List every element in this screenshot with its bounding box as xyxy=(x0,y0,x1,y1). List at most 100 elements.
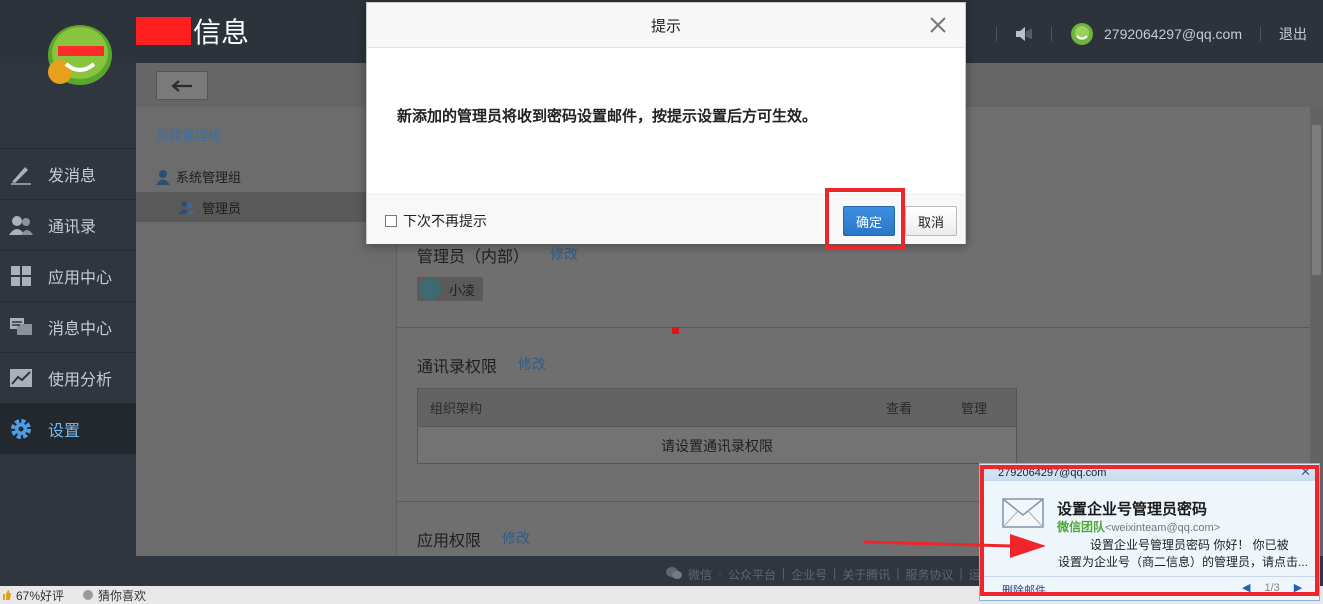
sidebar-item-app-center[interactable]: 应用中心 xyxy=(0,250,136,301)
account-menu[interactable]: 2792064297@qq.com xyxy=(1070,22,1242,46)
divider xyxy=(397,327,1310,328)
table-header: 组织架构 查看 管理 xyxy=(418,389,1016,427)
line-chart-icon xyxy=(8,367,34,389)
sidebar-item-label: 设置 xyxy=(48,423,81,440)
app-permission-title: 应用权限 xyxy=(417,533,482,550)
notification-titlebar: 2792064297@qq.com ✕ xyxy=(980,464,1319,481)
red-marker xyxy=(672,327,679,334)
account-email: 2792064297@qq.com xyxy=(1104,26,1242,42)
email-preview-line: 设置为企业号（商二信息）的管理员，请点击... xyxy=(1058,555,1309,569)
notification-account: 2792064297@qq.com xyxy=(998,466,1107,479)
tree-node-label: 管理员 xyxy=(202,200,242,216)
column-header-manage: 管理 xyxy=(961,401,988,416)
close-icon[interactable]: ✕ xyxy=(1300,465,1311,479)
annotation-highlight-box xyxy=(825,188,905,250)
email-sender: 微信团队<weixinteam@qq.com> xyxy=(1057,518,1220,535)
mail-icon xyxy=(1002,498,1044,528)
dialog-title: 提示 xyxy=(650,17,681,35)
avatar-icon xyxy=(1071,23,1094,45)
sidebar-item-contacts[interactable]: 通讯录 xyxy=(0,199,136,250)
brand-suffix: 信息 xyxy=(193,17,250,48)
footer-link[interactable]: 关于腾讯 xyxy=(842,566,890,583)
footer-link[interactable]: 企业号 xyxy=(791,566,827,583)
speaker-icon[interactable] xyxy=(1015,27,1033,41)
pencil-icon xyxy=(8,163,34,185)
gear-icon xyxy=(8,418,34,440)
sidebar-item-label: 通讯录 xyxy=(48,219,97,236)
circle-icon xyxy=(83,590,94,600)
member-chip: 小凌 xyxy=(417,277,484,301)
chevron-left-icon[interactable]: ◀ xyxy=(1242,581,1250,594)
admins-section-title: 管理员（内部） xyxy=(417,249,530,266)
footer-links: 微信 · 公众平台 | 企业号 | 关于腾讯 | 服务协议 | 运营规 xyxy=(666,566,1005,583)
notification-pager: ◀ 1/3 ▶ xyxy=(1242,581,1302,595)
email-preview-line: 设置企业号管理员密码 你好！ 你已被 xyxy=(1090,538,1289,552)
column-header-view: 查看 xyxy=(886,401,913,416)
app-logo xyxy=(48,25,112,85)
cancel-button[interactable]: 取消 xyxy=(905,206,957,236)
admin-group-pane: 新建管理组 系统管理组 管理员 xyxy=(136,107,396,556)
divider xyxy=(1051,27,1053,41)
apps-grid-icon xyxy=(8,265,34,287)
thumb-up-icon xyxy=(3,590,11,600)
sidebar-item-settings[interactable]: 设置 xyxy=(0,403,136,454)
new-admin-group-link[interactable]: 新建管理组 xyxy=(156,125,221,144)
footer-separator: | xyxy=(896,566,900,580)
sidebar-item-label: 应用中心 xyxy=(48,270,113,287)
divider xyxy=(996,27,998,41)
tree-node-administrator[interactable]: 管理员 xyxy=(136,192,396,222)
dialog-body: 新添加的管理员将收到密码设置邮件，按提示设置后方可生效。 xyxy=(367,48,965,194)
divider xyxy=(1260,27,1261,41)
dialog-header: 提示 xyxy=(367,3,965,48)
delete-email-link[interactable]: 删除邮件 xyxy=(1002,582,1046,598)
close-icon[interactable] xyxy=(927,14,949,36)
sidebar-item-message-center[interactable]: 消息中心 xyxy=(0,301,136,352)
sidebar-item-analytics[interactable]: 使用分析 xyxy=(0,352,136,403)
footer-link[interactable]: 服务协议 xyxy=(905,566,953,583)
sidebar-item-send-message[interactable]: 发消息 xyxy=(0,148,136,199)
rating-item[interactable]: 67%好评 xyxy=(2,587,64,604)
arrow-left-icon xyxy=(171,79,192,92)
dialog-message: 新添加的管理员将收到密码设置邮件，按提示设置后方可生效。 xyxy=(397,107,818,125)
avatar xyxy=(419,278,441,300)
notification-footer: 删除邮件 ◀ 1/3 ▶ xyxy=(980,576,1319,600)
sender-email: <weixinteam@qq.com> xyxy=(1105,522,1221,534)
top-right-toolbar: 2792064297@qq.com 退出 xyxy=(978,18,1323,50)
table-empty-row: 请设置通讯录权限 xyxy=(418,427,1016,464)
brand-title: 信息 xyxy=(136,14,249,48)
sidebar-item-label: 发消息 xyxy=(48,168,97,185)
contacts-permission-edit-link[interactable]: 修改 xyxy=(518,354,546,374)
redacted-name xyxy=(136,17,191,45)
tree-node-label: 系统管理组 xyxy=(176,170,242,185)
email-subject: 设置企业号管理员密码 xyxy=(1057,501,1208,518)
dont-show-again-option[interactable]: 下次不再提示 xyxy=(385,211,487,231)
checkbox-label: 下次不再提示 xyxy=(403,213,487,229)
sender-name: 微信团队 xyxy=(1057,520,1106,534)
chevron-right-icon[interactable]: ▶ xyxy=(1294,581,1302,594)
chat-bubbles-icon xyxy=(8,316,34,338)
guess-text: 猜你喜欢 xyxy=(98,588,147,603)
footer-separator: | xyxy=(782,566,786,580)
footer-separator: | xyxy=(959,566,963,580)
column-header-org: 组织架构 xyxy=(430,401,483,416)
footer-separator: | xyxy=(833,566,837,580)
guess-you-like-item[interactable]: 猜你喜欢 xyxy=(82,587,146,604)
sidebar: 发消息 通讯录 应用中心 消息中心 使用分析 设置 xyxy=(0,148,136,456)
sidebar-item-label: 消息中心 xyxy=(48,321,113,338)
contacts-icon xyxy=(8,214,34,236)
footer-link[interactable]: 微信 xyxy=(688,566,712,583)
logout-link[interactable]: 退出 xyxy=(1279,24,1307,44)
empty-state-text: 请设置通讯录权限 xyxy=(661,437,773,454)
back-button[interactable] xyxy=(156,71,208,100)
app-permission-edit-link[interactable]: 修改 xyxy=(502,528,530,548)
footer-link[interactable]: 公众平台 xyxy=(728,566,776,583)
sidebar-item-label: 使用分析 xyxy=(48,372,113,389)
annotation-arrow xyxy=(863,534,1046,558)
contacts-permission-title: 通讯录权限 xyxy=(417,359,498,376)
scrollbar-thumb[interactable] xyxy=(1312,125,1321,275)
user-icon xyxy=(156,169,170,185)
admins-edit-link[interactable]: 修改 xyxy=(550,244,578,264)
dont-show-again-checkbox[interactable] xyxy=(385,215,397,227)
rating-text: 67%好评 xyxy=(16,588,65,603)
tree-node-system-admin-group[interactable]: 系统管理组 xyxy=(156,167,241,186)
